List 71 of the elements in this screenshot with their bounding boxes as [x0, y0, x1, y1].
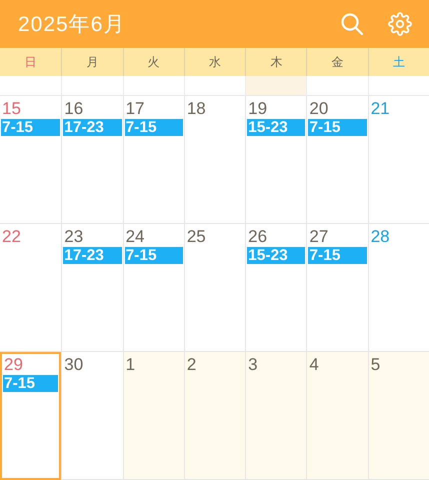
day-cell[interactable]: [184, 76, 246, 96]
day-cell[interactable]: 24 7-15: [122, 224, 184, 352]
day-cell[interactable]: 25: [184, 224, 246, 352]
day-number: 24: [124, 226, 146, 247]
day-cell[interactable]: 22: [0, 224, 62, 352]
shift-label: 15-23: [247, 119, 306, 136]
day-cell[interactable]: 27 7-15: [306, 224, 368, 352]
day-cell[interactable]: 4: [306, 352, 368, 480]
weekday-label: 月: [86, 54, 98, 70]
day-number: 25: [186, 226, 207, 247]
day-cell[interactable]: 3: [245, 352, 306, 480]
day-cell[interactable]: [122, 76, 184, 96]
day-cell[interactable]: 26 15-23: [245, 224, 306, 352]
shift-label: 17-23: [63, 119, 122, 136]
day-cell[interactable]: 30: [61, 352, 123, 480]
shift-label: 7-15: [124, 119, 183, 136]
settings-button[interactable]: [387, 11, 413, 37]
day-number: 29: [3, 354, 24, 375]
day-cell[interactable]: 2: [184, 352, 246, 480]
day-number: 5: [370, 354, 382, 375]
day-cell[interactable]: 29 7-15: [0, 352, 62, 480]
day-number: 28: [370, 226, 391, 247]
day-number: 26: [247, 226, 268, 247]
day-cell[interactable]: 16 17-23: [61, 96, 123, 224]
day-number: 2: [186, 354, 198, 375]
shift-label: 15-23: [247, 247, 306, 264]
weekday-label: 金: [332, 54, 344, 70]
day-number: 21: [370, 98, 391, 119]
day-number: 19: [247, 98, 268, 119]
day-cell[interactable]: [245, 76, 306, 96]
day-number: 27: [308, 226, 330, 247]
day-number: 15: [1, 98, 22, 119]
day-number: 16: [63, 98, 84, 119]
month-title: 2025年6月: [18, 12, 126, 38]
weekday-label: 火: [148, 54, 160, 70]
day-cell[interactable]: 28: [368, 224, 429, 352]
weekday-label: 木: [270, 54, 282, 70]
day-number: 1: [124, 354, 136, 375]
day-cell[interactable]: [0, 76, 62, 96]
day-cell[interactable]: [61, 76, 123, 96]
day-cell[interactable]: 19 15-23: [245, 96, 306, 224]
day-cell[interactable]: [368, 76, 429, 96]
shift-label: 7-15: [124, 247, 183, 264]
day-cell[interactable]: 17 7-15: [122, 96, 184, 224]
shift-label: 17-23: [63, 247, 122, 264]
day-number: 22: [1, 226, 22, 247]
shift-label: 7-15: [308, 247, 367, 264]
day-cell[interactable]: 23 17-23: [61, 224, 123, 352]
day-number: 17: [124, 98, 146, 119]
shift-label: 7-15: [3, 375, 58, 392]
settings-icon: [388, 12, 412, 36]
weekday-label: 水: [208, 54, 221, 70]
day-number: 3: [247, 354, 259, 375]
day-cell[interactable]: 20 7-15: [306, 96, 368, 224]
day-cell[interactable]: [306, 76, 368, 96]
shift-label: 7-15: [1, 119, 60, 136]
search-button[interactable]: [339, 11, 365, 37]
search-icon: [340, 12, 364, 36]
day-number: 20: [308, 98, 330, 119]
day-number: 30: [63, 354, 84, 375]
day-cell[interactable]: 15 7-15: [0, 96, 62, 224]
day-cell[interactable]: 1: [122, 352, 184, 480]
weekday-label: 日: [24, 54, 37, 70]
shift-label: 7-15: [308, 119, 367, 136]
day-number: 18: [186, 98, 207, 119]
day-cell[interactable]: 18: [184, 96, 246, 224]
day-cell[interactable]: 21: [368, 96, 429, 224]
day-number: 23: [63, 226, 84, 247]
weekday-label: 土: [392, 54, 405, 70]
day-cell[interactable]: 5: [368, 352, 429, 480]
day-number: 4: [308, 354, 320, 375]
